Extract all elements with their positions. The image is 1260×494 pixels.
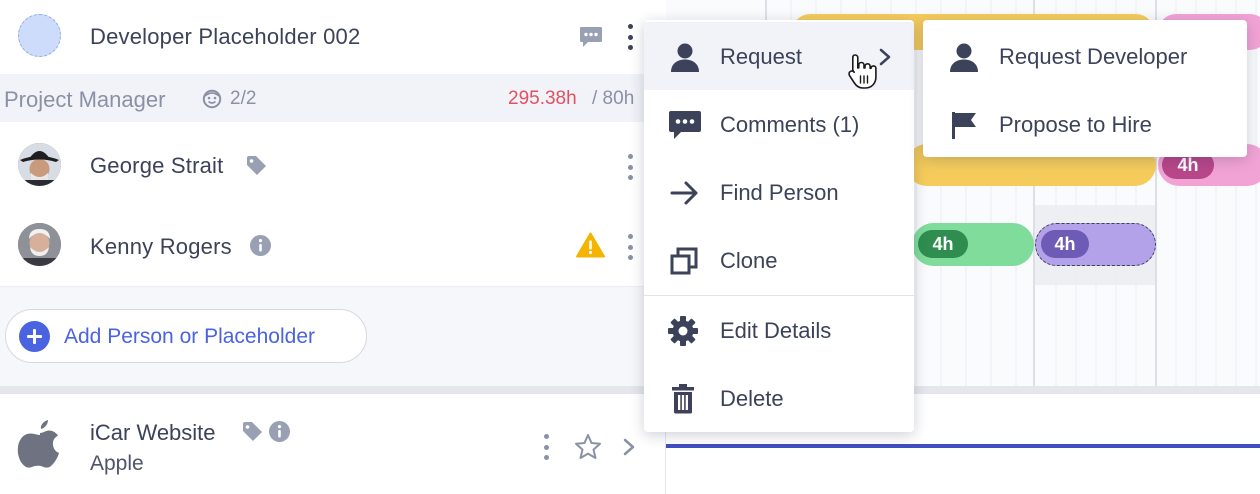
placeholder-avatar: [18, 14, 61, 57]
chevron-right-icon[interactable]: [622, 438, 636, 456]
chevron-right-icon: [879, 48, 891, 66]
face-icon: [202, 89, 222, 109]
person-name[interactable]: Kenny Rogers: [90, 234, 232, 260]
project-timeline-bar: [666, 444, 1260, 448]
warning-icon[interactable]: [576, 232, 605, 258]
avatar: [18, 223, 61, 266]
person-icon: [950, 43, 978, 72]
more-options-icon[interactable]: [536, 432, 556, 462]
menu-item-label: Comments (1): [720, 112, 860, 137]
hand-cursor-icon: [848, 54, 877, 89]
menu-item-label: Delete: [720, 386, 784, 411]
menu-item-edit-details[interactable]: Edit Details: [644, 296, 914, 364]
project-name[interactable]: iCar Website: [90, 420, 216, 446]
more-options-icon[interactable]: [620, 232, 640, 262]
add-person-button[interactable]: Add Person or Placeholder: [5, 309, 367, 363]
avatar: [18, 143, 61, 186]
submenu-item-label: Propose to Hire: [999, 112, 1152, 137]
menu-item-clone[interactable]: Clone: [644, 226, 914, 294]
more-options-icon[interactable]: [620, 152, 640, 182]
info-icon[interactable]: [250, 235, 271, 256]
menu-item-label: Find Person: [720, 180, 839, 205]
section-divider: [0, 386, 1260, 394]
tag-icon[interactable]: [246, 156, 268, 176]
comment-icon[interactable]: [579, 26, 603, 48]
clone-icon: [670, 247, 698, 275]
info-icon[interactable]: [269, 421, 290, 442]
menu-item-label: Edit Details: [720, 318, 832, 343]
role-count: 2/2: [230, 88, 257, 109]
hours-used: 295.38h: [508, 88, 577, 109]
person-row-placeholder[interactable]: Developer Placeholder 002: [0, 0, 666, 74]
gear-icon: [668, 316, 698, 346]
menu-item-comments[interactable]: Comments (1): [644, 90, 914, 158]
person-icon: [671, 43, 699, 72]
comment-icon: [669, 111, 701, 139]
hours-pill: 4h: [1041, 230, 1089, 258]
project-client: Apple: [90, 452, 144, 475]
hours-pill: 4h: [918, 230, 968, 258]
trash-icon: [672, 384, 694, 414]
people-list-panel: Developer Placeholder 002 Project Manage…: [0, 0, 666, 494]
request-submenu: Request Developer Propose to Hire: [923, 20, 1247, 157]
menu-item-delete[interactable]: Delete: [644, 364, 914, 432]
more-options-icon[interactable]: [620, 22, 640, 52]
menu-item-label: Request: [720, 44, 802, 69]
person-name[interactable]: Developer Placeholder 002: [90, 24, 360, 50]
allocation-bar[interactable]: 4h: [912, 223, 1034, 266]
role-section-header[interactable]: Project Manager 2/2 295.38h / 80h: [0, 74, 666, 122]
submenu-item-propose-to-hire[interactable]: Propose to Hire: [923, 90, 1247, 158]
apple-logo-icon: [17, 420, 59, 468]
project-row[interactable]: iCar Website Apple: [0, 394, 666, 494]
menu-item-find-person[interactable]: Find Person: [644, 158, 914, 226]
person-row-kenny[interactable]: Kenny Rogers: [0, 206, 666, 286]
allocation-bar-placeholder[interactable]: 4h: [1035, 223, 1156, 266]
arrow-right-icon: [670, 181, 698, 205]
plus-icon: [19, 321, 50, 352]
submenu-item-label: Request Developer: [999, 44, 1188, 69]
hours-total: / 80h: [592, 88, 635, 109]
menu-item-label: Clone: [720, 248, 778, 273]
person-row-george[interactable]: George Strait: [0, 122, 666, 206]
flag-icon: [952, 112, 976, 139]
tag-icon[interactable]: [242, 422, 264, 442]
person-name[interactable]: George Strait: [90, 153, 223, 179]
add-person-label: Add Person or Placeholder: [64, 325, 315, 348]
add-person-area: Add Person or Placeholder: [0, 286, 666, 386]
role-title: Project Manager: [4, 87, 166, 112]
submenu-item-request-developer[interactable]: Request Developer: [923, 22, 1247, 90]
star-icon[interactable]: [574, 433, 602, 460]
